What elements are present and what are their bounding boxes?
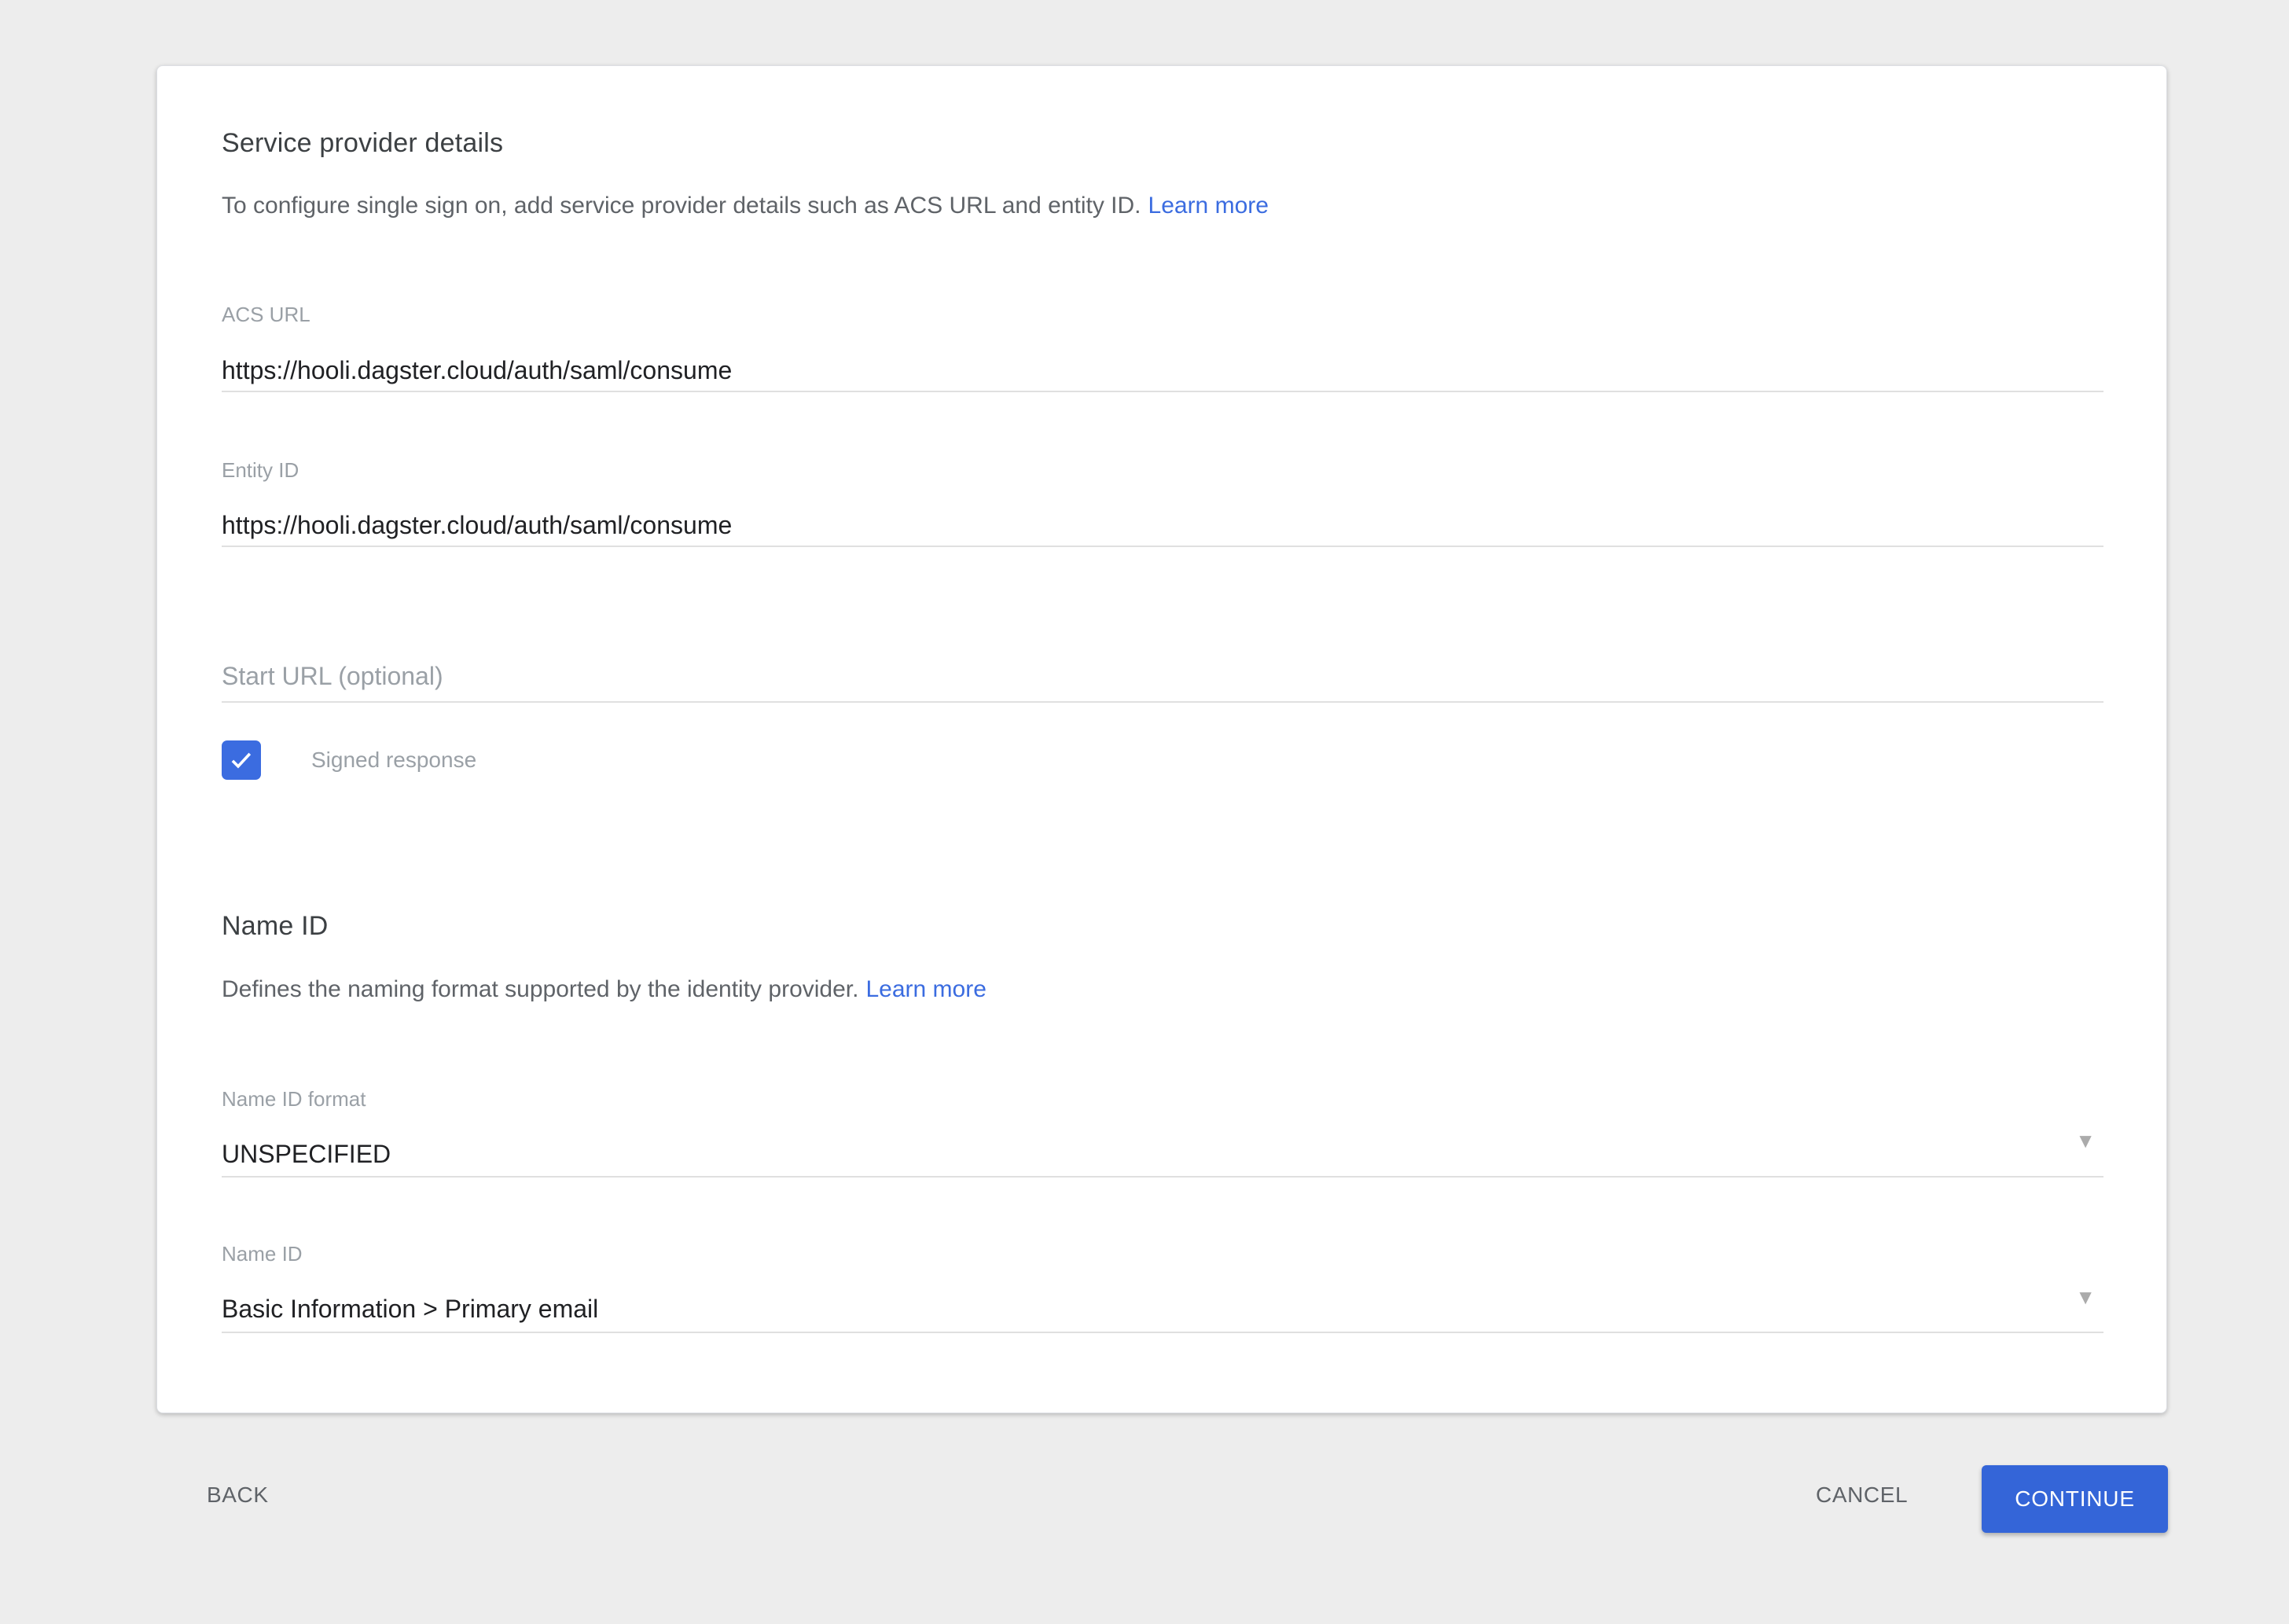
entity-id-field: Entity ID	[222, 457, 2103, 547]
name-id-underline	[222, 1332, 2103, 1333]
continue-button[interactable]: CONTINUE	[1982, 1465, 2168, 1533]
acs-url-underline	[222, 391, 2103, 392]
entity-id-underline	[222, 546, 2103, 547]
service-provider-description-text: To configure single sign on, add service…	[222, 193, 1141, 219]
card-content: Service provider details To configure si…	[222, 66, 2103, 1413]
start-url-input[interactable]	[222, 660, 2103, 693]
name-id-value: Basic Information > Primary email	[222, 1292, 2103, 1325]
chevron-down-icon: ▼	[2075, 1130, 2096, 1151]
cancel-button[interactable]: CANCEL	[1816, 1483, 1908, 1508]
entity-id-label: Entity ID	[222, 457, 299, 483]
name-id-format-label: Name ID format	[222, 1086, 366, 1111]
start-url-field	[222, 660, 2103, 703]
signed-response-row: Signed response	[222, 740, 476, 780]
learn-more-link-name-id[interactable]: Learn more	[865, 976, 986, 1002]
name-id-label: Name ID	[222, 1241, 303, 1266]
name-id-format-select[interactable]: Name ID format UNSPECIFIED ▼	[222, 1086, 2103, 1178]
signed-response-label: Signed response	[311, 748, 476, 773]
name-id-section-title: Name ID	[222, 909, 329, 943]
chevron-down-icon: ▼	[2075, 1287, 2096, 1307]
acs-url-field: ACS URL	[222, 302, 2103, 392]
signed-response-checkbox[interactable]	[222, 740, 261, 780]
start-url-underline	[222, 701, 2103, 703]
name-id-format-underline	[222, 1176, 2103, 1178]
name-id-select[interactable]: Name ID Basic Information > Primary emai…	[222, 1241, 2103, 1333]
acs-url-label: ACS URL	[222, 302, 310, 327]
back-button[interactable]: BACK	[207, 1483, 269, 1508]
name-id-format-value: UNSPECIFIED	[222, 1137, 2103, 1170]
service-provider-description: To configure single sign on, add service…	[222, 190, 1269, 222]
saml-config-page: { "colors": { "page_bg": "#ededed", "car…	[0, 0, 2289, 1624]
name-id-description-text: Defines the naming format supported by t…	[222, 976, 858, 1002]
name-id-description: Defines the naming format supported by t…	[222, 974, 987, 1005]
check-icon	[227, 746, 255, 774]
entity-id-input[interactable]	[222, 509, 2103, 542]
acs-url-input[interactable]	[222, 354, 2103, 387]
page-title: Service provider details	[222, 126, 503, 160]
learn-more-link-service-provider[interactable]: Learn more	[1148, 193, 1269, 219]
service-provider-card: Service provider details To configure si…	[156, 65, 2167, 1413]
